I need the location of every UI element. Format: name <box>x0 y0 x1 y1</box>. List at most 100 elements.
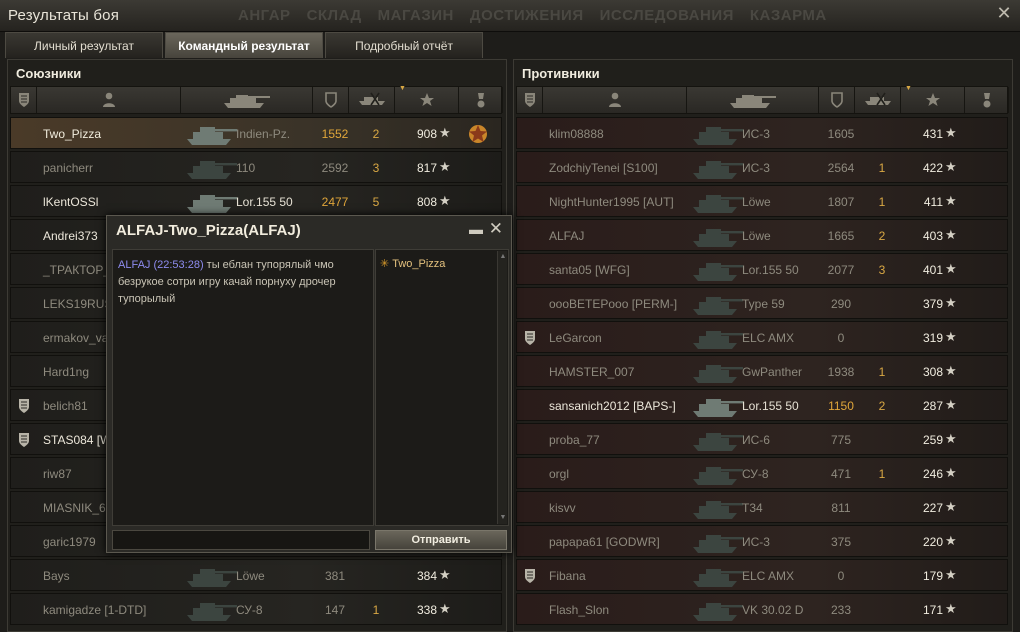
player-row[interactable]: Fibana ELC AMX 0 179 ★ <box>516 559 1008 591</box>
scroll-down-icon[interactable]: ▼ <box>499 514 507 522</box>
vehicle-name: T34 <box>742 501 763 515</box>
player-row[interactable]: Bays Löwe 381 384 ★ <box>10 559 502 591</box>
member-item[interactable]: ✳ Two_Pizza <box>380 257 445 270</box>
minimize-icon[interactable]: ▬ <box>469 222 483 236</box>
close-icon[interactable]: ✕ <box>996 4 1012 22</box>
damage-icon <box>831 92 843 108</box>
xp-value: 422 <box>922 161 943 175</box>
column-header-kills[interactable] <box>855 87 901 113</box>
player-name: belich81 <box>43 399 88 413</box>
player-name: Andrei373 <box>43 229 98 243</box>
column-header-shield[interactable] <box>11 87 37 113</box>
player-row[interactable]: klim08888 ИС-3 1605 431 ★ <box>516 117 1008 149</box>
vehicle-name: ИС-6 <box>742 433 770 447</box>
column-header-tank[interactable] <box>687 87 819 113</box>
damage-value: 2077 <box>827 263 855 277</box>
platoon-badge-icon <box>525 569 535 583</box>
column-header-star[interactable]: ▼ <box>901 85 965 113</box>
column-header-person[interactable] <box>543 87 687 113</box>
star-icon <box>926 93 940 106</box>
vehicle-name: СУ-8 <box>742 467 769 481</box>
person-icon <box>103 92 115 107</box>
kills-value: 1 <box>878 161 886 175</box>
player-name: LEKS19RUS <box>43 297 113 311</box>
player-row[interactable]: HAMSTER_007 GwPanther 1938 1 308 ★ <box>516 355 1008 387</box>
star-icon: ★ <box>945 329 957 344</box>
menu-item-achievements: ДОСТИЖЕНИЯ <box>469 7 584 24</box>
vehicle-name: ИС-3 <box>742 161 770 175</box>
player-name: kisvv <box>549 501 576 515</box>
column-header-damage[interactable] <box>313 87 349 113</box>
tank-icon <box>693 603 743 621</box>
send-button[interactable]: Отправить <box>375 530 507 550</box>
damage-value: 233 <box>830 603 852 617</box>
player-row[interactable]: oooBETEPooo [PERM-] Type 59 290 379 ★ <box>516 287 1008 319</box>
tab-personal-result[interactable]: Личный результат <box>5 32 163 58</box>
close-icon[interactable]: ✕ <box>489 220 503 237</box>
player-name: proba_77 <box>549 433 600 447</box>
vehicle-name: Type 59 <box>742 297 785 311</box>
player-name: panicherr <box>43 161 94 175</box>
online-icon: ✳ <box>380 258 390 270</box>
xp-value: 403 <box>922 229 943 243</box>
allies-header: ▼ <box>10 85 503 114</box>
message-area[interactable]: ALFAJ (22:53:28) ты еблан тупорялый чмо … <box>112 249 374 526</box>
medal-icon <box>477 93 485 108</box>
player-row[interactable]: Flash_Slon VK 30.02 D 233 171 ★ <box>516 593 1008 625</box>
tab-detailed-report[interactable]: Подробный отчёт <box>325 32 483 58</box>
chat-input[interactable] <box>112 530 370 550</box>
player-row[interactable]: sansanich2012 [BAPS-] Lor.155 50 1150 2 287 ★ <box>516 389 1008 421</box>
column-header-person[interactable] <box>37 87 181 113</box>
column-header-medal[interactable] <box>459 87 503 113</box>
player-row[interactable]: santa05 [WFG] Lor.155 50 2077 3 401 ★ <box>516 253 1008 285</box>
player-row[interactable]: orgl СУ-8 471 1 246 ★ <box>516 457 1008 489</box>
column-header-star[interactable]: ▼ <box>395 85 459 113</box>
kills-value: 2 <box>878 399 886 413</box>
tab-team-result[interactable]: Командный результат <box>165 32 323 58</box>
player-row[interactable]: papapa61 [GODWR] ИС-3 375 220 ★ <box>516 525 1008 557</box>
shield-icon <box>19 93 29 107</box>
scroll-up-icon[interactable]: ▲ <box>499 253 507 261</box>
player-row[interactable]: panicherr 110 2592 3 817 ★ <box>10 151 502 183</box>
player-row[interactable]: Two_Pizza Indien-Pz. 1552 2 908 ★ <box>10 117 502 149</box>
kills-value: 2 <box>372 127 380 141</box>
vehicle-name: Löwe <box>742 195 771 209</box>
shield-icon <box>525 93 535 107</box>
star-icon: ★ <box>439 193 451 208</box>
player-row[interactable]: ALFAJ Löwe 1665 2 403 ★ <box>516 219 1008 251</box>
player-row[interactable]: lKentOSSl Lor.155 50 2477 5 808 ★ <box>10 185 502 217</box>
scrollbar[interactable]: ▲ ▼ <box>497 251 507 524</box>
xp-value: 171 <box>922 603 943 617</box>
star-icon: ★ <box>945 227 957 242</box>
player-row[interactable]: LeGarcon ELC AMX 0 319 ★ <box>516 321 1008 353</box>
star-icon: ★ <box>945 159 957 174</box>
player-row[interactable]: ZodchiyTenei [S100] ИС-3 2564 1 422 ★ <box>516 151 1008 183</box>
xp-value: 808 <box>416 195 437 209</box>
menu-item-research: ИССЛЕДОВАНИЯ <box>599 7 734 24</box>
column-header-shield[interactable] <box>517 87 543 113</box>
star-icon: ★ <box>945 465 957 480</box>
player-row[interactable]: kamigadze [1-DTD] СУ-8 147 1 338 ★ <box>10 593 502 625</box>
star-icon <box>420 93 434 106</box>
platoon-badge-icon <box>525 331 535 345</box>
column-header-damage[interactable] <box>819 87 855 113</box>
kills-value: 5 <box>372 195 380 209</box>
vehicle-name: Lor.155 50 <box>236 195 293 209</box>
column-header-kills[interactable] <box>349 87 395 113</box>
column-header-medal[interactable] <box>965 87 1009 113</box>
xp-value: 259 <box>922 433 943 447</box>
column-header-tank[interactable] <box>181 87 313 113</box>
enemies-list: klim08888 ИС-3 1605 431 ★ ZodchiyTenei [S100]… <box>516 117 1008 627</box>
player-row[interactable]: kisvv T34 811 227 ★ <box>516 491 1008 523</box>
player-row[interactable]: NightHunter1995 [AUT] Löwe 1807 1 411 ★ <box>516 185 1008 217</box>
player-name: ZodchiyTenei [S100] <box>549 161 658 175</box>
window-title: Результаты боя <box>8 7 120 24</box>
tank-icon <box>730 95 776 108</box>
star-icon: ★ <box>945 295 957 310</box>
medal-icon <box>469 125 487 143</box>
player-row[interactable]: proba_77 ИС-6 775 259 ★ <box>516 423 1008 455</box>
medal-icon <box>983 93 991 108</box>
tank-icon <box>693 263 743 281</box>
menu-item-shop: МАГАЗИН <box>377 7 454 24</box>
kills-value: 1 <box>878 467 886 481</box>
